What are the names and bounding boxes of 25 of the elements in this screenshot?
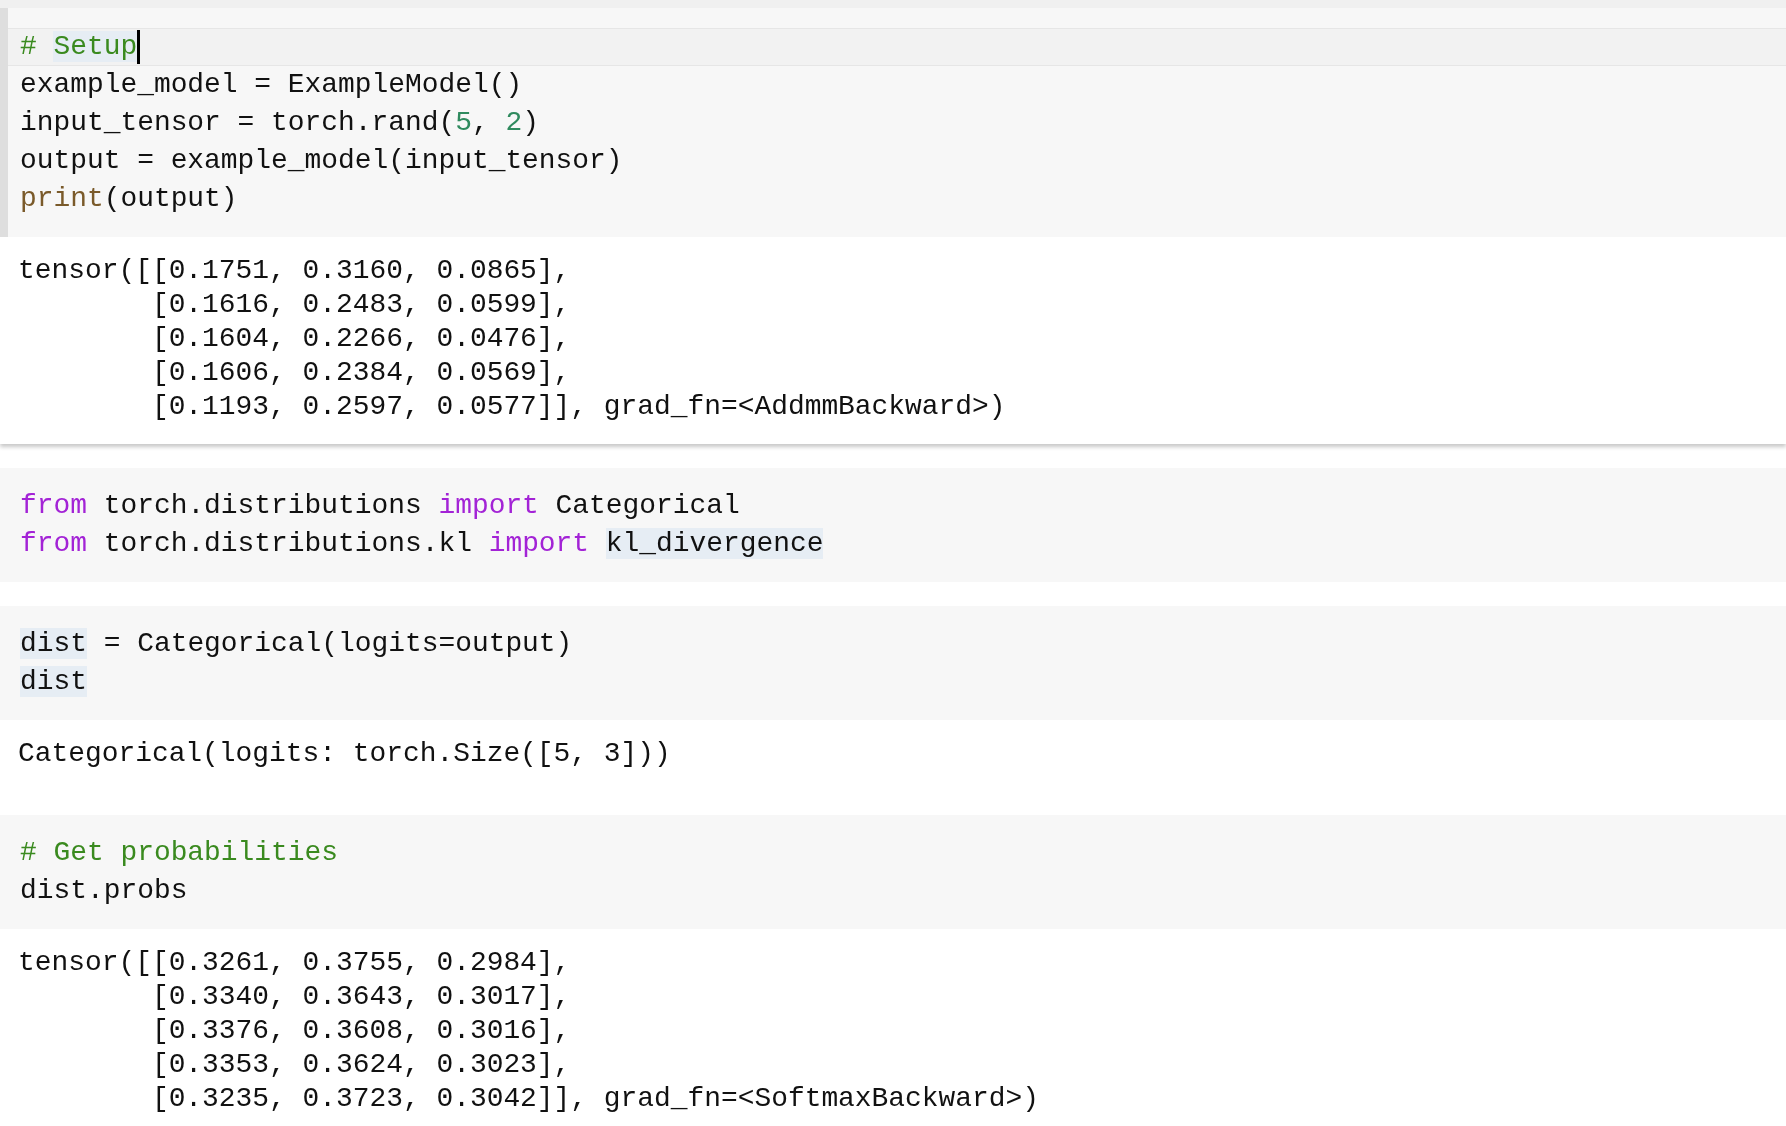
code-cell-input[interactable]: dist = Categorical(logits=output) dist	[0, 606, 1786, 720]
code-cell-input[interactable]: # Setup example_model = ExampleModel() input_tensor = torch.rand(5, 2) output = example_model(input_tensor) print(output)	[0, 8, 1786, 237]
output-line: Categorical(logits: torch.Size([5, 3]))	[18, 737, 672, 771]
output-line: [0.1606, 0.2384, 0.0569],	[150, 356, 572, 390]
code-line: output = example_model(input_tensor)	[20, 144, 624, 178]
output-line: [0.1193, 0.2597, 0.0577]], grad_fn=<AddmmBackward>)	[150, 390, 1007, 424]
code-line: input_tensor = torch.rand(5, 2)	[20, 106, 540, 140]
code-line: example_model = ExampleModel()	[20, 68, 524, 102]
output-line: [0.1616, 0.2483, 0.0599],	[150, 288, 572, 322]
output-line: [0.3353, 0.3624, 0.3023],	[150, 1048, 572, 1082]
code-line: from torch.distributions.kl import kl_divergence	[20, 527, 825, 561]
output-line: tensor([[0.1751, 0.3160, 0.0865],	[18, 254, 572, 288]
code-cell-input[interactable]: from torch.distributions import Categorical from torch.distributions.kl import kl_divergence	[0, 468, 1786, 582]
code-line: dist.probs	[20, 874, 189, 908]
output-line: tensor([[0.3261, 0.3755, 0.2984],	[18, 946, 572, 980]
code-line: # Get probabilities	[20, 836, 339, 870]
output-line: [0.1604, 0.2266, 0.0476],	[150, 322, 572, 356]
output-line: [0.3235, 0.3723, 0.3042]], grad_fn=<SoftmaxBackward>)	[150, 1082, 1040, 1116]
code-line: from torch.distributions import Categorical	[20, 489, 741, 523]
code-cell-input[interactable]: # Get probabilities dist.probs	[0, 815, 1786, 929]
text-cursor	[137, 29, 141, 64]
output-line: [0.3340, 0.3643, 0.3017],	[150, 980, 572, 1014]
output-line: [0.3376, 0.3608, 0.3016],	[150, 1014, 572, 1048]
code-line: print(output)	[20, 182, 239, 216]
code-line: dist = Categorical(logits=output)	[20, 627, 574, 661]
